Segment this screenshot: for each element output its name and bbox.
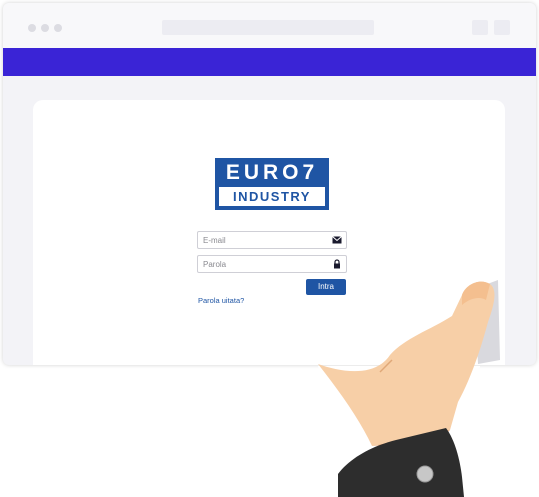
password-input[interactable] xyxy=(198,256,331,272)
window-dot xyxy=(41,24,49,32)
address-bar[interactable] xyxy=(162,20,374,35)
login-button[interactable]: Intra xyxy=(306,279,346,295)
window-button[interactable] xyxy=(472,20,488,35)
logo-line-1: EURO7 xyxy=(225,161,319,184)
browser-titlebar xyxy=(3,3,536,48)
password-field[interactable] xyxy=(197,255,347,273)
window-button[interactable] xyxy=(494,20,510,35)
email-field[interactable] xyxy=(197,231,347,249)
window-dot xyxy=(54,24,62,32)
top-navbar xyxy=(3,48,536,76)
email-input[interactable] xyxy=(198,232,331,248)
window-dot xyxy=(28,24,36,32)
euro7-logo: EURO7 INDUSTRY xyxy=(215,158,329,210)
logo-line-2: INDUSTRY xyxy=(219,187,325,206)
lock-icon xyxy=(334,259,340,269)
login-card: EURO7 INDUSTRY Intra Parola uitata? xyxy=(33,100,505,365)
browser-window: EURO7 INDUSTRY Intra Parola uitata? xyxy=(3,3,536,365)
forgot-password-link[interactable]: Parola uitata? xyxy=(198,296,244,305)
envelope-icon xyxy=(332,236,342,244)
